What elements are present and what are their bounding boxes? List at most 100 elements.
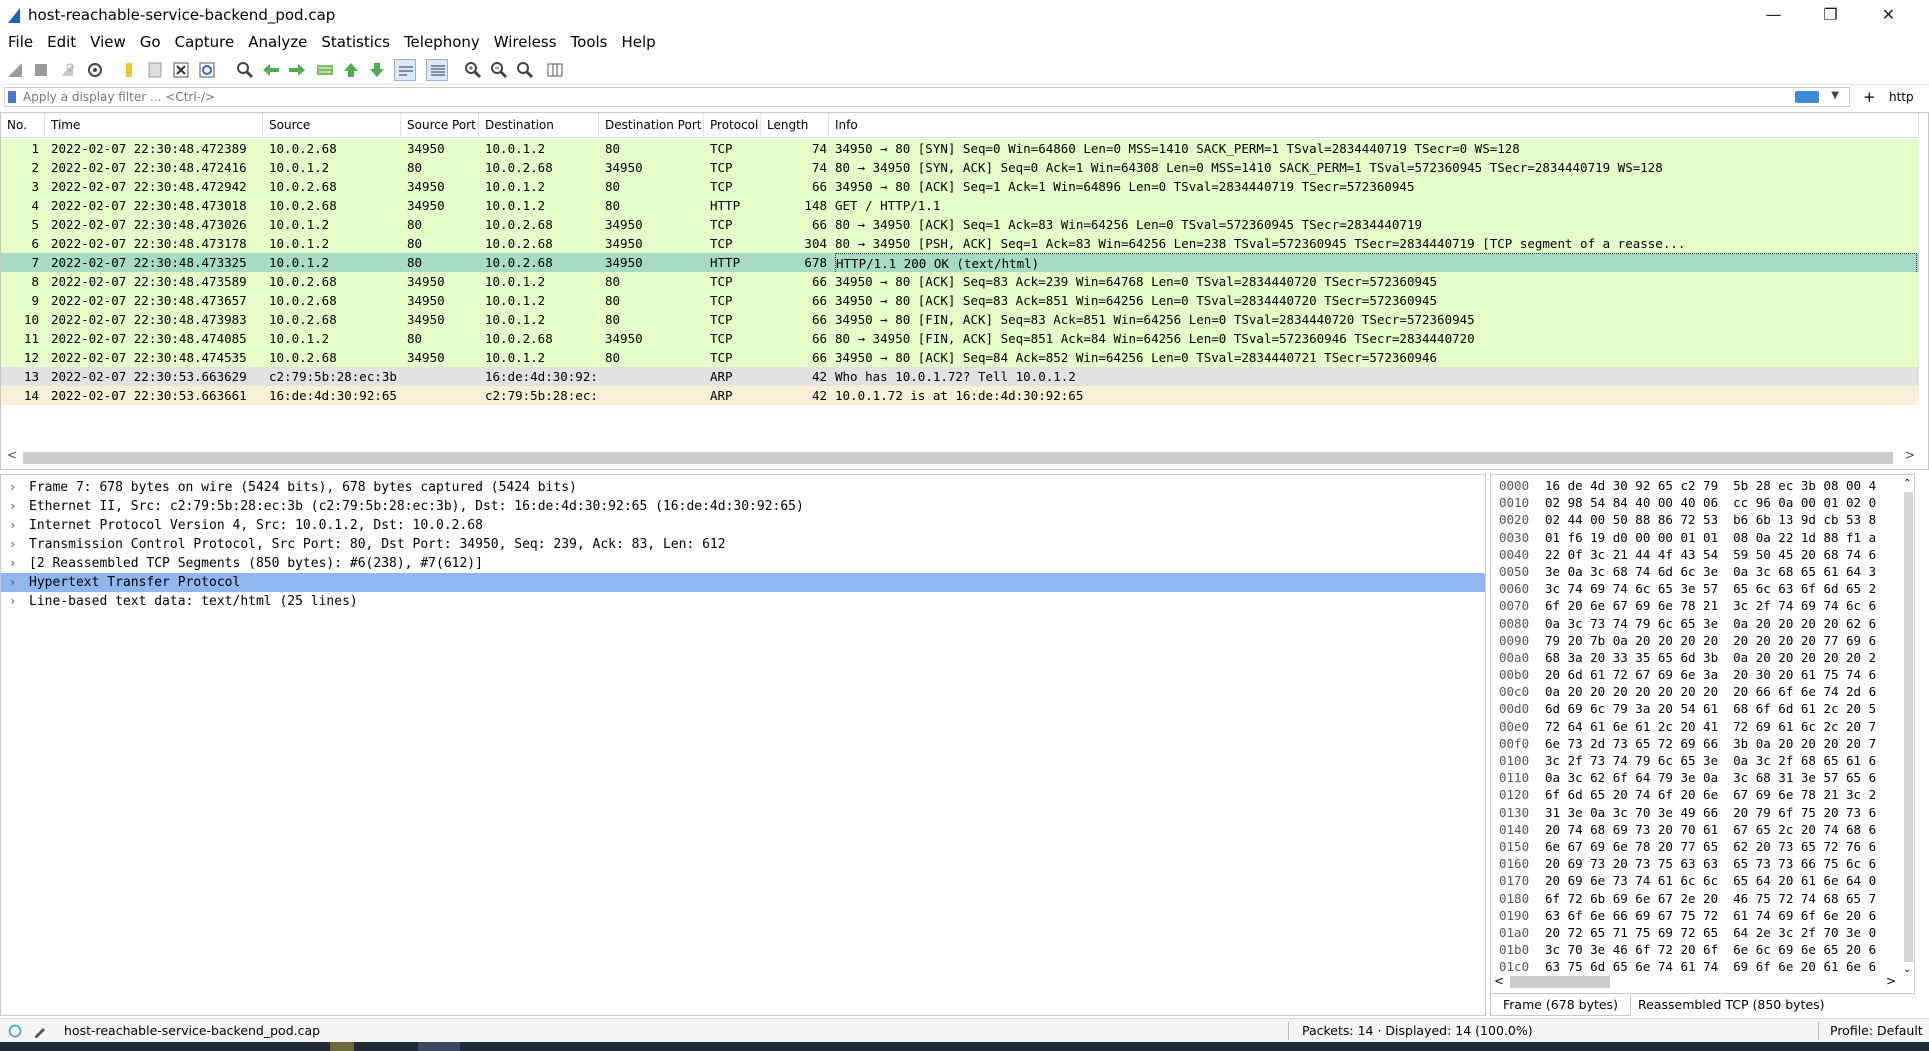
table-row[interactable]: 6 2022-02-07 22:30:48.473178 10.0.1.2 80 10.… <box>1 234 1919 253</box>
column-header-dport[interactable]: Destination Port <box>599 113 704 137</box>
hex-bytes[interactable]: 16 de 4d 30 92 65 c2 79 5b 28 ec 3b 08 0… <box>1545 477 1876 494</box>
hex-bytes[interactable]: 31 3e 0a 3c 70 3e 49 66 20 79 6f 75 20 7… <box>1545 804 1876 821</box>
table-row[interactable]: 7 2022-02-07 22:30:48.473325 10.0.1.2 80 10.… <box>1 253 1919 274</box>
detail-tree-item[interactable]: › [2 Reassembled TCP Segments (850 bytes)… <box>1 554 1485 573</box>
menu-statistics[interactable]: Statistics <box>314 30 397 54</box>
expand-chevron-right-icon[interactable]: › <box>9 573 16 592</box>
go-back-arrow-icon[interactable] <box>260 59 282 81</box>
hex-bytes[interactable]: 20 6d 61 72 67 69 6e 3a 20 30 20 61 75 7… <box>1545 666 1876 683</box>
capture-comment-pencil-icon[interactable] <box>32 1023 48 1039</box>
hex-bytes[interactable]: 20 74 68 69 73 20 70 61 67 65 2c 20 74 6… <box>1545 821 1876 838</box>
hex-bytes[interactable]: 6e 73 2d 73 65 72 69 66 3b 0a 20 20 20 2… <box>1545 735 1876 752</box>
menu-go[interactable]: Go <box>133 30 168 54</box>
menu-telephony[interactable]: Telephony <box>397 30 487 54</box>
menu-capture[interactable]: Capture <box>168 30 242 54</box>
zoom-out-icon[interactable] <box>488 59 510 81</box>
table-row[interactable]: 11 2022-02-07 22:30:48.474085 10.0.1.2 80 10… <box>1 329 1919 348</box>
menu-help[interactable]: Help <box>614 30 662 54</box>
hex-bytes[interactable]: 20 72 65 71 75 69 72 65 64 2e 3c 2f 70 3… <box>1545 924 1876 941</box>
colorize-list-icon[interactable] <box>426 59 448 81</box>
last-packet-icon[interactable] <box>366 59 388 81</box>
go-to-packet-icon[interactable] <box>314 59 336 81</box>
hex-bytes[interactable]: 79 20 7b 0a 20 20 20 20 20 20 20 20 77 6… <box>1545 632 1876 649</box>
hex-bytes[interactable]: 20 69 73 20 73 75 63 63 65 73 73 66 75 6… <box>1545 855 1876 872</box>
capture-options-gear-icon[interactable] <box>84 59 106 81</box>
tab-reassembled-tcp[interactable]: Reassembled TCP (850 bytes) <box>1626 994 1837 1016</box>
maximize-button[interactable]: ❐ <box>1802 0 1859 30</box>
table-row[interactable]: 5 2022-02-07 22:30:48.473026 10.0.1.2 80 10.… <box>1 215 1919 234</box>
column-header-len[interactable]: Length <box>761 113 829 137</box>
column-header-sport[interactable]: Source Port <box>401 113 479 137</box>
scroll-right-icon[interactable]: > <box>1905 448 1915 462</box>
hex-bytes[interactable]: 02 44 00 50 88 86 72 53 b6 6b 13 9d cb 5… <box>1545 511 1876 528</box>
minimize-button[interactable]: — <box>1745 0 1802 30</box>
scroll-left-icon[interactable]: < <box>1494 974 1504 988</box>
hex-bytes[interactable]: 3e 0a 3c 68 74 6d 6c 3e 0a 3c 68 65 61 6… <box>1545 563 1876 580</box>
hex-bytes[interactable]: 6e 67 69 6e 78 20 77 65 62 20 73 65 72 7… <box>1545 838 1876 855</box>
scrollbar-thumb[interactable] <box>23 452 1893 464</box>
table-row[interactable]: 13 2022-02-07 22:30:53.663629 c2:79:5b:28:… <box>1 367 1919 386</box>
apply-filter-arrow-icon[interactable] <box>1795 91 1819 103</box>
bytes-horizontal-scrollbar[interactable]: < > <box>1492 974 1900 990</box>
taskbar-item[interactable] <box>330 1042 354 1051</box>
detail-tree-item[interactable]: › Hypertext Transfer Protocol <box>1 573 1485 592</box>
hex-bytes[interactable]: 20 69 6e 73 74 61 6c 6c 65 64 20 61 6e 6… <box>1545 872 1876 889</box>
add-filter-button[interactable]: + <box>1863 88 1876 106</box>
filter-history-chevron-down-icon[interactable]: ▼ <box>1831 90 1839 101</box>
save-file-icon[interactable] <box>144 59 166 81</box>
table-row[interactable]: 14 2022-02-07 22:30:53.663661 16:de:4d:30:… <box>1 386 1919 405</box>
detail-tree-item[interactable]: › Frame 7: 678 bytes on wire (5424 bits),… <box>1 478 1485 497</box>
table-row[interactable]: 12 2022-02-07 22:30:48.474535 10.0.2.68 349… <box>1 348 1919 367</box>
menu-analyze[interactable]: Analyze <box>241 30 314 54</box>
detail-tree-item[interactable]: › Line-based text data: text/html (25 lin… <box>1 592 1485 611</box>
filter-bookmark-icon[interactable] <box>8 91 16 103</box>
hex-bytes[interactable]: 22 0f 3c 21 44 4f 43 54 59 50 45 20 68 7… <box>1545 546 1876 563</box>
first-packet-icon[interactable] <box>340 59 362 81</box>
scroll-up-icon[interactable]: ⌃ <box>1903 478 1911 489</box>
hex-bytes[interactable]: 02 98 54 84 40 00 40 06 cc 96 0a 00 01 0… <box>1545 494 1876 511</box>
hex-bytes[interactable]: 0a 20 20 20 20 20 20 20 20 66 6f 6e 74 2… <box>1545 683 1876 700</box>
scrollbar-thumb[interactable] <box>1510 976 1610 988</box>
column-header-src[interactable]: Source <box>263 113 401 137</box>
taskbar-item[interactable] <box>418 1042 460 1051</box>
detail-tree-item[interactable]: › Ethernet II, Src: c2:79:5b:28:ec:3b (c2… <box>1 497 1485 516</box>
hex-bytes[interactable]: 72 64 61 6e 61 2c 20 41 72 69 61 6c 2c 2… <box>1545 718 1876 735</box>
hex-bytes[interactable]: 3c 74 69 74 6c 65 3e 57 65 6c 63 6f 6d 6… <box>1545 580 1876 597</box>
table-row[interactable]: 8 2022-02-07 22:30:48.473589 10.0.2.68 3495… <box>1 272 1919 291</box>
hex-bytes[interactable]: 0a 3c 62 6f 64 79 3e 0a 3c 68 31 3e 57 6… <box>1545 769 1876 786</box>
scroll-left-icon[interactable]: < <box>7 448 17 462</box>
display-filter-input[interactable]: Apply a display filter ... <Ctrl-/> ▼ <box>4 87 1850 107</box>
hex-bytes[interactable]: 6f 6d 65 20 74 6f 20 6e 67 69 6e 78 21 3… <box>1545 786 1876 803</box>
expand-chevron-right-icon[interactable]: › <box>9 516 16 535</box>
table-row[interactable]: 2 2022-02-07 22:30:48.472416 10.0.1.2 80 10.… <box>1 158 1919 177</box>
column-header-no[interactable]: No. <box>1 113 45 137</box>
tab-frame-bytes[interactable]: Frame (678 bytes) <box>1490 994 1631 1016</box>
close-button[interactable]: ✕ <box>1860 0 1917 30</box>
column-header-proto[interactable]: Protocol <box>704 113 761 137</box>
table-row[interactable]: 1 2022-02-07 22:30:48.472389 10.0.2.68 3495… <box>1 139 1919 158</box>
scroll-right-icon[interactable]: > <box>1886 974 1896 988</box>
hex-bytes[interactable]: 68 3a 20 33 35 65 6d 3b 0a 20 20 20 20 2… <box>1545 649 1876 666</box>
saved-filter-http-button[interactable]: http <box>1889 90 1914 104</box>
menu-view[interactable]: View <box>83 30 133 54</box>
hex-bytes[interactable]: 63 75 6d 65 6e 74 61 74 69 6f 6e 20 61 6… <box>1545 958 1876 975</box>
status-profile[interactable]: Profile: Default <box>1830 1023 1923 1038</box>
reload-file-icon[interactable] <box>196 59 218 81</box>
zoom-in-icon[interactable] <box>462 59 484 81</box>
packet-list-horizontal-scrollbar[interactable]: < > <box>5 448 1915 466</box>
find-packet-magnifier-icon[interactable] <box>234 59 256 81</box>
table-row[interactable]: 4 2022-02-07 22:30:48.473018 10.0.2.68 3495… <box>1 196 1919 215</box>
column-header-dst[interactable]: Destination <box>479 113 599 137</box>
hex-bytes[interactable]: 0a 3c 73 74 79 6c 65 3e 0a 20 20 20 20 6… <box>1545 615 1876 632</box>
detail-tree-item[interactable]: › Transmission Control Protocol, Src Port… <box>1 535 1485 554</box>
normal-size-icon[interactable] <box>514 59 536 81</box>
scrollbar-thumb[interactable] <box>1904 492 1913 962</box>
autoscroll-icon[interactable] <box>394 59 416 81</box>
hex-bytes[interactable]: 3c 70 3e 46 6f 72 20 6f 6e 6c 69 6e 65 2… <box>1545 941 1876 958</box>
restart-capture-icon[interactable] <box>56 59 78 81</box>
hex-bytes[interactable]: 01 f6 19 d0 00 00 01 01 08 0a 22 1d 88 f… <box>1545 529 1876 546</box>
expert-info-icon[interactable] <box>8 1024 22 1038</box>
close-file-icon[interactable] <box>170 59 192 81</box>
column-header-time[interactable]: Time <box>45 113 263 137</box>
hex-bytes[interactable]: 63 6f 6e 66 69 67 75 72 61 74 69 6f 6e 2… <box>1545 907 1876 924</box>
